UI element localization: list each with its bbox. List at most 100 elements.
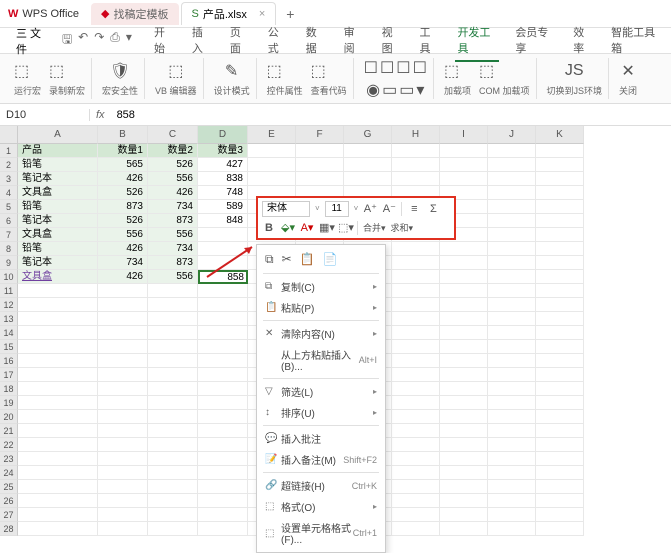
cell[interactable] xyxy=(198,298,248,312)
cell[interactable] xyxy=(488,494,536,508)
cell[interactable]: 数量1 xyxy=(98,144,148,158)
cell[interactable]: 426 xyxy=(98,270,148,284)
ribbon-js-switch[interactable]: JS切换到JS环境 xyxy=(541,58,610,99)
row-header[interactable]: 18 xyxy=(0,382,18,396)
cell[interactable] xyxy=(98,452,148,466)
cell[interactable] xyxy=(296,172,344,186)
cell[interactable] xyxy=(198,284,248,298)
addins-icon[interactable]: ⬚ xyxy=(444,60,471,82)
row-header[interactable]: 14 xyxy=(0,326,18,340)
insert-ctrl-7-icon[interactable]: ▭ xyxy=(399,79,414,101)
cell[interactable]: 858 xyxy=(198,270,248,284)
ctx-paste-special-icon[interactable]: 📄 xyxy=(323,252,338,267)
fx-label[interactable]: fx xyxy=(90,109,111,121)
cell[interactable] xyxy=(536,312,584,326)
cell[interactable]: 565 xyxy=(98,158,148,172)
cell[interactable] xyxy=(488,158,536,172)
cell[interactable]: 734 xyxy=(148,200,198,214)
cell[interactable] xyxy=(148,466,198,480)
tab-efficiency[interactable]: 效率 xyxy=(571,20,595,62)
cell[interactable] xyxy=(440,466,488,480)
cell[interactable] xyxy=(392,144,440,158)
cell[interactable] xyxy=(536,354,584,368)
cell[interactable] xyxy=(198,438,248,452)
cell[interactable] xyxy=(98,340,148,354)
tab-developer[interactable]: 开发工具 xyxy=(455,20,499,62)
cell[interactable] xyxy=(98,396,148,410)
cell[interactable] xyxy=(440,242,488,256)
run-macro-icon[interactable]: ⬚ xyxy=(14,60,41,82)
cell[interactable] xyxy=(536,284,584,298)
qat-undo-icon[interactable]: ↶ xyxy=(78,30,88,51)
select-all-corner[interactable] xyxy=(0,126,18,144)
cell[interactable]: 文具盒 xyxy=(18,186,98,200)
cell[interactable] xyxy=(248,172,296,186)
cell[interactable]: 848 xyxy=(198,214,248,228)
cell[interactable] xyxy=(536,494,584,508)
col-header[interactable]: E xyxy=(248,126,296,144)
cell[interactable] xyxy=(488,256,536,270)
cell[interactable] xyxy=(536,172,584,186)
cell[interactable] xyxy=(392,256,440,270)
cell[interactable] xyxy=(536,438,584,452)
cell[interactable]: 笔记本 xyxy=(18,172,98,186)
cell[interactable] xyxy=(98,410,148,424)
cell[interactable] xyxy=(488,270,536,284)
cell[interactable] xyxy=(18,354,98,368)
insert-ctrl-4-icon[interactable]: ☐ xyxy=(413,57,427,79)
cell[interactable] xyxy=(536,242,584,256)
cell[interactable] xyxy=(392,312,440,326)
cell[interactable]: 数量3 xyxy=(198,144,248,158)
cell[interactable] xyxy=(536,326,584,340)
row-header[interactable]: 22 xyxy=(0,438,18,452)
cell[interactable]: 873 xyxy=(98,200,148,214)
cell[interactable]: 526 xyxy=(98,186,148,200)
cell[interactable] xyxy=(440,382,488,396)
row-header[interactable]: 3 xyxy=(0,172,18,186)
cell[interactable] xyxy=(392,508,440,522)
cell[interactable] xyxy=(536,228,584,242)
cell[interactable] xyxy=(440,326,488,340)
cell[interactable] xyxy=(296,158,344,172)
col-header[interactable]: A xyxy=(18,126,98,144)
qat-redo-icon[interactable]: ↷ xyxy=(94,30,104,51)
cell[interactable] xyxy=(536,522,584,536)
cell[interactable]: 734 xyxy=(98,256,148,270)
cell[interactable]: 556 xyxy=(148,228,198,242)
cell[interactable] xyxy=(248,144,296,158)
cell[interactable] xyxy=(440,452,488,466)
ctx-format[interactable]: ⬚格式(O)▸ xyxy=(257,496,385,517)
cell[interactable] xyxy=(18,410,98,424)
cell[interactable]: 526 xyxy=(98,214,148,228)
cell[interactable] xyxy=(98,480,148,494)
ribbon-close[interactable]: ✕关闭 xyxy=(613,58,643,99)
cell[interactable] xyxy=(198,326,248,340)
cell[interactable] xyxy=(98,494,148,508)
cell[interactable] xyxy=(148,424,198,438)
row-header[interactable]: 7 xyxy=(0,228,18,242)
cell[interactable] xyxy=(536,270,584,284)
cell[interactable]: 文具盒 xyxy=(18,270,98,284)
cell[interactable] xyxy=(488,396,536,410)
cell[interactable] xyxy=(440,396,488,410)
cell[interactable] xyxy=(392,452,440,466)
cell[interactable] xyxy=(18,382,98,396)
cell[interactable] xyxy=(488,424,536,438)
row-header[interactable]: 6 xyxy=(0,214,18,228)
cell[interactable] xyxy=(536,396,584,410)
cell[interactable] xyxy=(488,326,536,340)
row-header[interactable]: 26 xyxy=(0,494,18,508)
cell[interactable] xyxy=(392,354,440,368)
cell[interactable] xyxy=(18,396,98,410)
tab-smarttools[interactable]: 智能工具箱 xyxy=(609,20,663,62)
cell[interactable] xyxy=(440,368,488,382)
cell[interactable] xyxy=(18,494,98,508)
ctx-paste[interactable]: 📋粘贴(P)▸ xyxy=(257,297,385,318)
cell[interactable] xyxy=(98,298,148,312)
cell[interactable] xyxy=(440,354,488,368)
cell[interactable] xyxy=(440,424,488,438)
cell[interactable] xyxy=(98,508,148,522)
cell[interactable] xyxy=(536,466,584,480)
properties-icon[interactable]: ⬚ xyxy=(267,60,303,82)
cell[interactable] xyxy=(18,508,98,522)
